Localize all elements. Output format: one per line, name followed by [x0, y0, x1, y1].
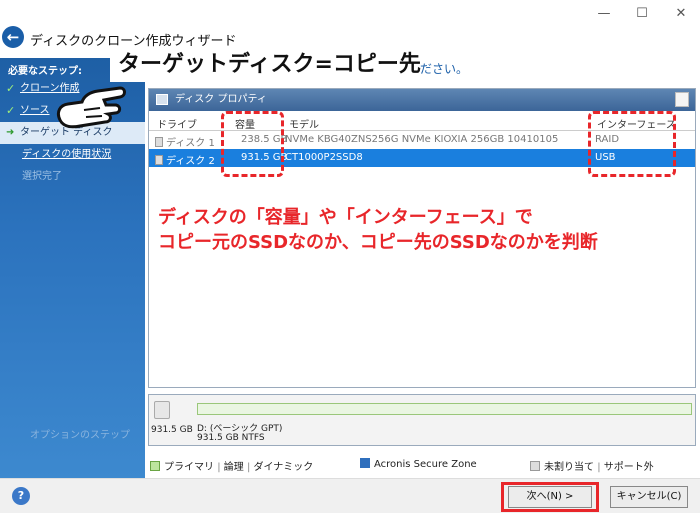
drive-cell: ディスク 1 — [155, 134, 215, 149]
column-drive[interactable]: ドライブ — [157, 116, 197, 131]
partition-bar[interactable] — [197, 403, 692, 415]
disk-icon — [154, 401, 170, 419]
disk-properties-icon — [156, 94, 168, 105]
model-cell: NVMe KBG40ZNS256G NVMe KIOXIA 256GB 1041… — [285, 134, 559, 145]
legend-unallocated: 未割り当て | サポート外 — [530, 458, 654, 473]
cancel-button[interactable]: キャンセル(C) — [610, 486, 688, 508]
optional-steps-label: オプションのステップ — [30, 430, 130, 441]
sidebar-item-finish: 選択完了 — [0, 166, 145, 188]
model-cell: CT1000P2SSD8 — [285, 152, 363, 163]
note-line-2: コピー元のSSDなのか、コピー先のSSDなのかを判断 — [158, 232, 598, 253]
disk-icon — [155, 137, 163, 147]
legend-primary-logical-dynamic: プライマリ | 論理 | ダイナミック — [150, 458, 313, 473]
annotation-title: ターゲットディスク=コピー先 — [110, 50, 429, 82]
arrow-right-icon: ➜ — [6, 127, 15, 138]
annotation-note: ディスクの「容量」や「インターフェース」で コピー元のSSDなのか、コピー先のS… — [158, 205, 598, 255]
sidebar-item-label: ディスクの使用状況 — [22, 149, 112, 160]
button-bar: ? 次へ(N) > キャンセル(C) — [0, 478, 700, 513]
close-button[interactable]: ✕ — [671, 6, 691, 21]
disk-size: 931.5 GB — [151, 425, 193, 435]
partition-info: 931.5 GB NTFS — [197, 433, 265, 443]
interface-highlight — [588, 111, 676, 177]
unallocated-swatch-icon — [530, 461, 540, 471]
help-icon[interactable]: ? — [12, 487, 30, 505]
disk-map: 931.5 GB D: (ベーシック GPT) 931.5 GB NTFS — [148, 394, 696, 446]
sidebar-item-label: ソース — [20, 105, 50, 116]
check-icon: ✓ — [6, 82, 16, 95]
sidebar-item-label: 選択完了 — [22, 171, 62, 182]
panel-title: ディスク プロパティ — [175, 94, 267, 105]
maximize-button[interactable]: ☐ — [632, 6, 652, 21]
properties-icon[interactable] — [675, 92, 689, 107]
primary-swatch-icon — [150, 461, 160, 471]
legend-asz: Acronis Secure Zone — [360, 458, 477, 470]
next-button[interactable]: 次へ(N) > — [508, 486, 592, 508]
window-title: ディスクのクローン作成ウィザード — [30, 34, 237, 49]
disk-icon — [155, 155, 163, 165]
note-line-1: ディスクの「容量」や「インターフェース」で — [158, 207, 533, 228]
capacity-highlight — [221, 111, 284, 177]
panel-header: ディスク プロパティ — [149, 89, 695, 111]
asz-swatch-icon — [360, 458, 370, 468]
check-icon: ✓ — [6, 104, 16, 117]
instruction-text: ださい。 — [420, 62, 469, 76]
back-arrow-icon[interactable]: ← — [2, 26, 24, 48]
minimize-button[interactable]: — — [594, 6, 614, 21]
drive-cell: ディスク 2 — [155, 152, 215, 167]
column-model[interactable]: モデル — [289, 116, 319, 131]
sidebar-item-disk-usage[interactable]: ディスクの使用状況 — [0, 144, 145, 166]
